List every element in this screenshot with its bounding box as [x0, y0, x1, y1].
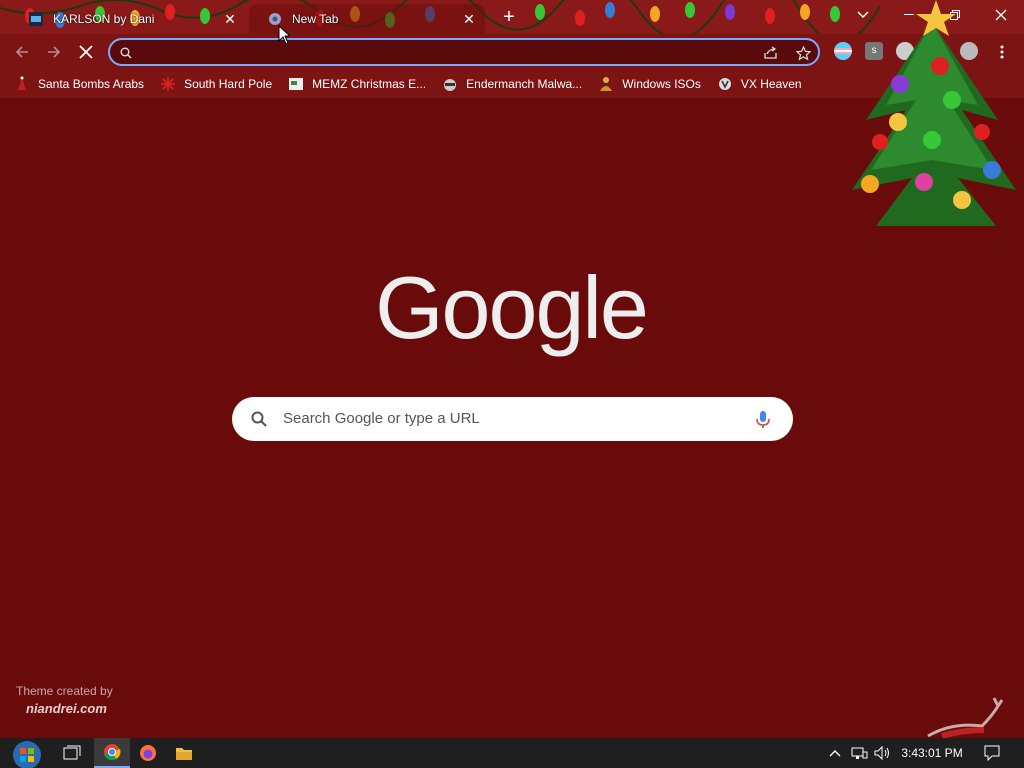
- karlson-icon: [29, 12, 43, 26]
- firefox-icon: [140, 745, 156, 761]
- google-search-box[interactable]: Search Google or type a URL: [232, 397, 793, 441]
- stop-loading-button[interactable]: [74, 40, 98, 64]
- task-view-icon: [63, 745, 81, 760]
- network-icon: [851, 747, 868, 759]
- bookmark-label: Endermanch Malwa...: [466, 77, 583, 91]
- bookmark-vx-heaven[interactable]: VX Heaven: [709, 72, 810, 96]
- volume-icon: [874, 746, 889, 760]
- bookmark-star-icon[interactable]: [794, 44, 812, 62]
- memz-icon: [289, 78, 304, 90]
- mouse-cursor-icon: [278, 25, 290, 45]
- start-orb-icon: [13, 741, 41, 768]
- bookmark-label: South Hard Pole: [184, 77, 273, 91]
- search-placeholder: Search Google or type a URL: [283, 410, 480, 427]
- volume-control[interactable]: [872, 738, 894, 768]
- bookmark-memz-christmas[interactable]: MEMZ Christmas E...: [280, 72, 434, 96]
- forward-arrow-icon: [48, 46, 61, 58]
- bookmark-santa-bombs-arabs[interactable]: Santa Bombs Arabs: [6, 72, 152, 96]
- taskbar-file-explorer[interactable]: [166, 738, 202, 768]
- microphone-icon[interactable]: [753, 409, 773, 429]
- reindeer-decoration: [927, 697, 1004, 739]
- address-input[interactable]: [140, 43, 744, 63]
- close-tab-icon[interactable]: ✕: [461, 11, 477, 27]
- raccoon-icon: [444, 79, 457, 91]
- taskbar-chrome[interactable]: [94, 738, 130, 768]
- show-hidden-icons-button[interactable]: [826, 738, 844, 768]
- task-view-button[interactable]: [56, 738, 88, 768]
- close-tab-icon[interactable]: ✕: [222, 11, 238, 27]
- theme-credit-link[interactable]: niandrei.com: [26, 701, 107, 716]
- bookmark-label: VX Heaven: [740, 77, 802, 91]
- bookmark-label: MEMZ Christmas E...: [312, 77, 427, 91]
- search-icon: [251, 411, 267, 427]
- red-snowflake-icon: [161, 77, 176, 91]
- network-status[interactable]: [848, 738, 870, 768]
- search-icon: [117, 44, 135, 62]
- tab-karlson[interactable]: KARLSON by Dani ✕: [10, 4, 246, 34]
- new-tab-button[interactable]: +: [499, 7, 519, 27]
- action-center-button[interactable]: [978, 738, 1006, 768]
- vx-icon: [718, 78, 731, 90]
- google-logo: Google: [375, 258, 649, 357]
- person-icon: [600, 77, 613, 91]
- stop-x-icon: [79, 45, 93, 59]
- chevron-up-icon: [829, 750, 841, 757]
- taskbar-firefox[interactable]: [130, 738, 166, 768]
- bookmark-endermanch-malware[interactable]: Endermanch Malwa...: [434, 72, 590, 96]
- windows-taskbar: 3:43:01 PM: [0, 738, 1024, 768]
- tab-title: New Tab: [292, 12, 339, 26]
- chrome-icon: [104, 744, 121, 761]
- tab-title: KARLSON by Dani: [53, 12, 155, 26]
- santa-icon: [18, 76, 26, 90]
- bookmark-south-hard-pole[interactable]: South Hard Pole: [152, 72, 280, 96]
- file-explorer-icon: [176, 748, 192, 760]
- taskbar-clock[interactable]: 3:43:01 PM: [896, 738, 968, 768]
- bookmark-label: Windows ISOs: [622, 77, 701, 91]
- address-bar[interactable]: [108, 38, 820, 66]
- share-icon[interactable]: [762, 44, 780, 62]
- forward-button[interactable]: [42, 40, 66, 64]
- christmas-tree-decoration: [852, 0, 1016, 226]
- start-button[interactable]: [6, 738, 48, 768]
- notifications-icon: [984, 745, 1000, 761]
- theme-credit-label: Theme created by: [16, 684, 113, 698]
- back-button[interactable]: [10, 40, 34, 64]
- bookmark-windows-isos[interactable]: Windows ISOs: [590, 72, 709, 96]
- back-arrow-icon: [15, 46, 28, 58]
- bookmark-label: Santa Bombs Arabs: [38, 77, 145, 91]
